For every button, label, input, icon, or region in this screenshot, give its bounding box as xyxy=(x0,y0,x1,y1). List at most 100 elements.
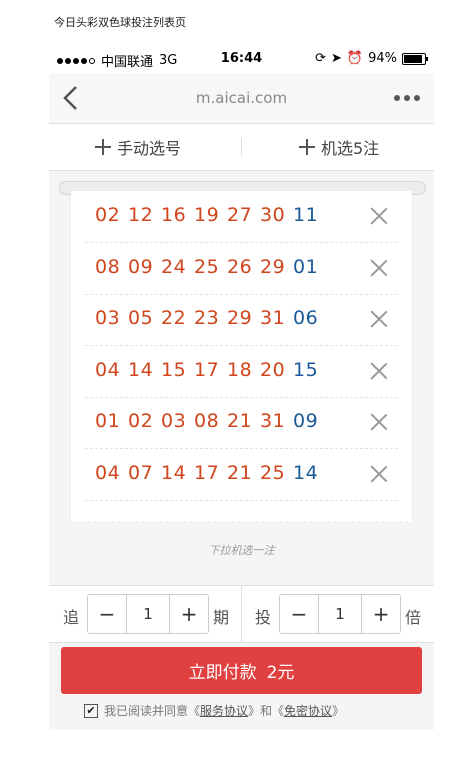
chase-label: 追 xyxy=(63,608,80,627)
phone-screen: 中国联通 3G 16:44 ⟳ ➤ ⏰ 94% m.aicai.com 手动选号… xyxy=(49,45,434,730)
url-text[interactable]: m.aicai.com xyxy=(49,89,434,107)
ticket-list: 02 12 16 19 27 30 11 08 09 24 25 26 29 01 03 05 22 23 29 31… xyxy=(71,191,412,521)
delete-ticket-icon[interactable] xyxy=(370,413,388,431)
delete-ticket-icon[interactable] xyxy=(370,465,388,483)
delete-ticket-icon[interactable] xyxy=(370,259,388,277)
bet-plus-button[interactable]: + xyxy=(362,595,400,633)
bet-label: 投 xyxy=(255,608,272,627)
red-ball-number: 21 xyxy=(227,461,253,484)
red-ball-number: 31 xyxy=(260,410,286,432)
red-ball-number: 17 xyxy=(194,461,220,484)
divider xyxy=(241,586,242,642)
agreement-suffix: 》 xyxy=(332,704,345,718)
red-ball-number: 04 xyxy=(95,461,121,484)
red-ball-number: 08 xyxy=(95,255,121,278)
bet-minus-button[interactable]: − xyxy=(280,595,318,633)
battery-icon xyxy=(402,52,428,65)
ticket-numbers: 08 09 24 25 26 29 01 xyxy=(95,256,326,278)
pay-amount: 2元 xyxy=(266,663,295,683)
ticket-row: 04 07 14 17 21 25 14 xyxy=(85,449,398,501)
red-ball-number: 27 xyxy=(227,204,253,226)
ticket-row: 02 12 16 19 27 30 11 xyxy=(85,191,398,243)
pay-now-button[interactable]: 立即付款 2元 xyxy=(61,647,422,694)
red-ball-number: 15 xyxy=(161,358,187,381)
ticket-numbers: 04 07 14 17 21 25 14 xyxy=(95,462,326,484)
pull-hint: 下拉机选一注 xyxy=(208,544,275,557)
blue-ball-number: 14 xyxy=(293,461,319,484)
red-ball-number: 29 xyxy=(260,255,286,278)
manual-pick-button[interactable]: 手动选号 xyxy=(95,124,181,170)
delete-ticket-icon[interactable] xyxy=(370,362,388,380)
red-ball-number: 18 xyxy=(227,358,253,381)
ticket-numbers: 03 05 22 23 29 31 06 xyxy=(95,307,326,329)
delete-ticket-icon[interactable] xyxy=(370,207,388,225)
red-ball-number: 21 xyxy=(227,410,253,432)
chase-value[interactable]: 1 xyxy=(126,595,170,633)
delete-ticket-icon[interactable] xyxy=(370,310,388,328)
ticket-numbers: 02 12 16 19 27 30 11 xyxy=(95,204,326,226)
chase-minus-button[interactable]: − xyxy=(88,595,126,633)
chase-stepper: − 1 + xyxy=(87,594,209,634)
red-ball-number: 02 xyxy=(128,410,154,432)
privacy-agreement-link[interactable]: 免密协议 xyxy=(284,704,332,718)
red-ball-number: 22 xyxy=(161,307,187,329)
red-ball-number: 01 xyxy=(95,410,121,432)
location-icon: ➤ xyxy=(331,51,342,66)
red-ball-number: 16 xyxy=(161,204,187,226)
red-ball-number: 24 xyxy=(161,255,187,278)
red-ball-number: 04 xyxy=(95,358,121,381)
page-caption: 今日头彩双色球投注列表页 xyxy=(54,16,186,29)
agree-checkbox[interactable]: ✔ xyxy=(84,703,98,718)
ticket-numbers: 04 14 15 17 18 20 15 xyxy=(95,359,326,381)
battery-percent: 94% xyxy=(368,51,397,66)
pick-actions: 手动选号 机选5注 xyxy=(49,124,434,171)
ticket-row: 08 09 24 25 26 29 01 xyxy=(85,243,398,295)
blue-ball-number: 09 xyxy=(293,410,319,432)
red-ball-number: 30 xyxy=(260,204,286,226)
alarm-icon: ⏰ xyxy=(346,51,364,66)
plus-icon xyxy=(299,139,315,155)
red-ball-number: 09 xyxy=(128,255,154,278)
times-label: 倍 xyxy=(405,608,422,627)
agreement-prefix: 我已阅读并同意《 xyxy=(104,704,201,718)
red-ball-number: 14 xyxy=(128,358,154,381)
manual-pick-label: 手动选号 xyxy=(117,139,182,158)
red-ball-number: 03 xyxy=(161,410,187,432)
divider xyxy=(241,138,242,156)
red-ball-number: 19 xyxy=(194,204,220,226)
red-ball-number: 25 xyxy=(194,255,220,278)
red-ball-number: 12 xyxy=(128,204,154,226)
ticket-zigzag-edge xyxy=(71,519,412,525)
status-bar: 中国联通 3G 16:44 ⟳ ➤ ⏰ 94% xyxy=(49,45,434,73)
more-options-icon[interactable] xyxy=(394,95,420,101)
rotation-lock-icon: ⟳ xyxy=(315,51,326,66)
chase-plus-button[interactable]: + xyxy=(170,595,208,633)
red-ball-number: 07 xyxy=(128,461,154,484)
red-ball-number: 08 xyxy=(194,410,220,432)
period-label: 期 xyxy=(213,608,230,627)
random-pick-button[interactable]: 机选5注 xyxy=(299,124,379,170)
bet-stepper: − 1 + xyxy=(279,594,401,634)
red-ball-number: 03 xyxy=(95,307,121,329)
red-ball-number: 26 xyxy=(227,255,253,278)
red-ball-number: 02 xyxy=(95,204,121,226)
red-ball-number: 31 xyxy=(260,307,286,329)
ticket-row: 01 02 03 08 21 31 09 xyxy=(85,397,398,449)
red-ball-number: 17 xyxy=(194,358,220,381)
agreement-row: ✔ 我已阅读并同意《服务协议》和《免密协议》 xyxy=(84,702,344,719)
ticket-numbers: 01 02 03 08 21 31 09 xyxy=(95,410,326,432)
blue-ball-number: 15 xyxy=(293,358,319,381)
ticket-row: 03 05 22 23 29 31 06 xyxy=(85,294,398,346)
agreement-mid: 》和《 xyxy=(248,704,285,718)
blue-ball-number: 06 xyxy=(293,307,319,329)
random-pick-label: 机选5注 xyxy=(321,139,380,158)
pay-label: 立即付款 xyxy=(188,663,257,683)
ticket-row: 04 14 15 17 18 20 15 xyxy=(85,346,398,398)
red-ball-number: 23 xyxy=(194,307,220,329)
red-ball-number: 25 xyxy=(260,461,286,484)
red-ball-number: 29 xyxy=(227,307,253,329)
bet-value[interactable]: 1 xyxy=(318,595,362,633)
blue-ball-number: 11 xyxy=(293,204,319,226)
service-agreement-link[interactable]: 服务协议 xyxy=(200,704,248,718)
red-ball-number: 05 xyxy=(128,307,154,329)
